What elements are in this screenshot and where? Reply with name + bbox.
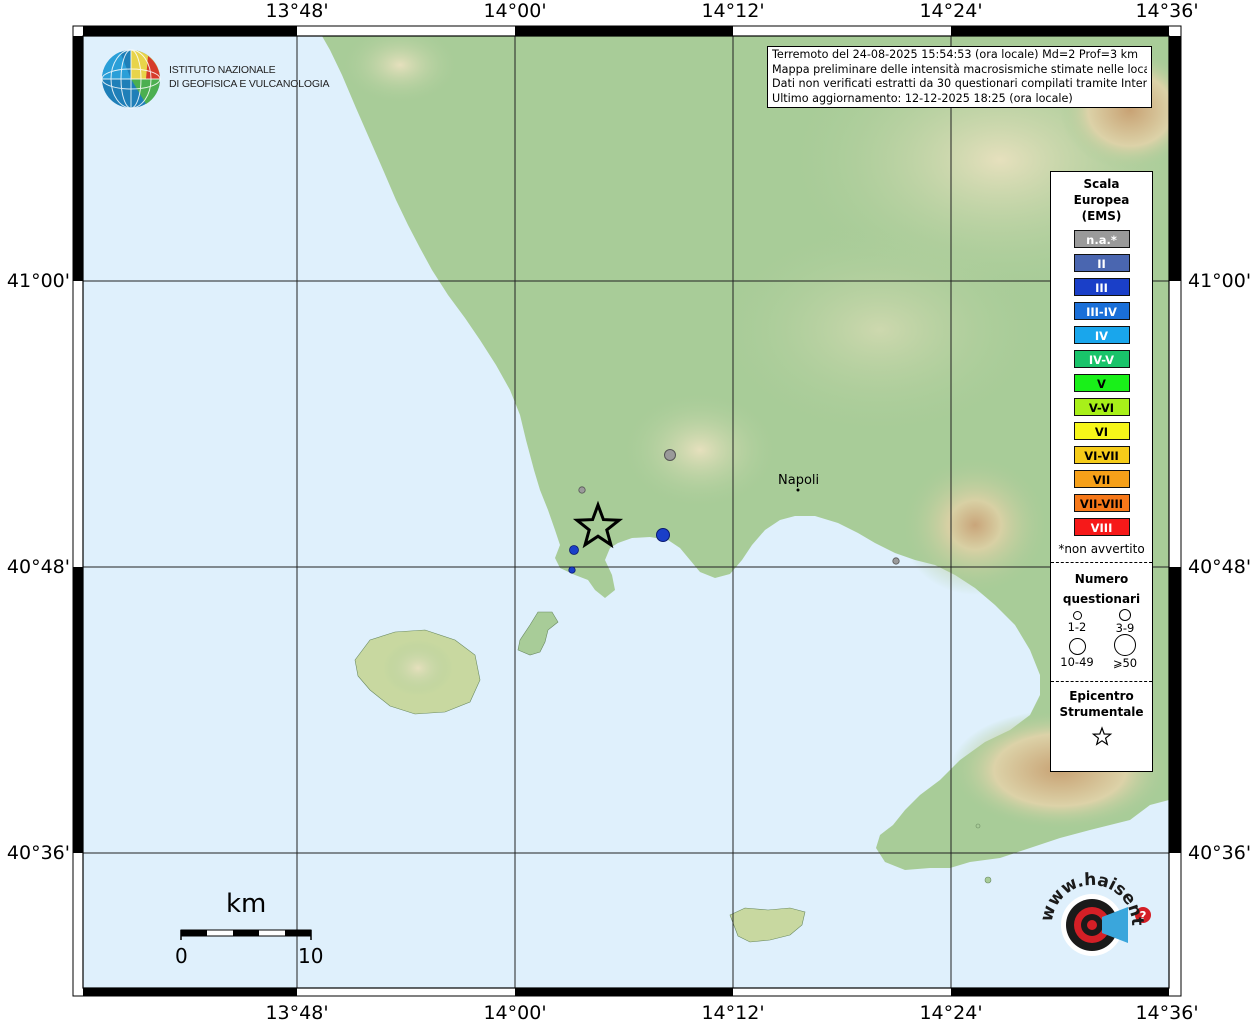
count-size-grid: 1-2 3-9 10-49 ⩾50 [1051,609,1152,675]
data-source-note: Dati non verificati estratti da 30 quest… [772,77,1147,91]
count-size-label: 3-9 [1115,621,1135,635]
lon-tick-bottom-1: 13°48' [265,1002,329,1024]
legend-title-line: Scala [1083,177,1120,191]
ingv-name-line2: DI GEOFISICA E VULCANOLOGIA [169,78,330,90]
star-icon [1091,726,1112,746]
observation-blue-small[interactable] [568,566,576,574]
lon-tick-bottom-5: 14°36' [1135,1002,1199,1024]
lat-tick-right-2: 40°48' [1188,556,1252,578]
count-size-10-49: 10-49 [1052,638,1102,669]
lon-tick-bottom-3: 14°12' [701,1002,765,1024]
count-circle-icon [1114,634,1136,656]
count-size-label: ⩾50 [1112,656,1138,670]
ems-scale-item: V [1073,374,1130,392]
lon-tick-top-2: 14°00' [483,0,547,22]
event-description: Terremoto del 24-08-2025 15:54:53 (ora l… [772,48,1139,61]
ingv-globe-logo [101,49,161,109]
lat-tick-left-3: 40°36' [6,842,70,864]
ems-scale-item: VI [1073,422,1130,440]
last-update: Ultimo aggiornamento: 12-12-2025 18:25 (… [772,91,1073,105]
lat-tick-right-3: 40°36' [1188,842,1252,864]
scale-bar-end: 10 [298,944,324,968]
lon-tick-top-3: 14°12' [701,0,765,22]
observation-blue-medium[interactable] [569,545,579,555]
observation-gray-small-east[interactable] [892,557,900,565]
ems-scale-item: III [1073,278,1130,296]
legend-title-line: (EMS) [1081,209,1122,223]
scale-bar-unit: km [226,889,267,919]
legend-count-title-line: Numero [1074,572,1129,586]
lon-tick-bottom-4: 14°24' [919,1002,983,1024]
lon-tick-top-4: 14°24' [919,0,983,22]
legend-scale-title: Scala Europea (EMS) [1051,176,1152,224]
ems-scale-item: V-VI [1073,398,1130,416]
ems-scale-item: IV-V [1073,350,1130,368]
legend-count-title: Numero questionari [1051,569,1152,609]
ingv-name-line1: ISTITUTO NAZIONALE [169,64,276,76]
legend-epicenter-title: Epicentro Strumentale [1051,688,1152,720]
lon-tick-top-5: 14°36' [1135,0,1199,22]
ems-scale-item: VIII [1073,518,1130,536]
legend-divider [1051,681,1152,682]
ems-scale-item: IV [1073,326,1130,344]
count-size-50-plus: ⩾50 [1100,634,1150,670]
islet [975,823,981,829]
legend-panel: Scala Europea (EMS) n.a.* II III III-IV IV IV… [1050,171,1153,772]
lat-tick-right-1: 41°00' [1188,270,1252,292]
lat-tick-left-2: 40°48' [6,556,70,578]
count-size-3-9: 3-9 [1100,609,1150,635]
islet [984,876,992,884]
napoli-marker [796,488,800,492]
haisentito-logo[interactable]: ? www.haisentitoilterremoto.it [1030,865,1160,980]
count-circle-icon [1119,609,1131,621]
ems-scale-item: n.a.* [1073,230,1130,248]
legend-title-line: Europea [1073,193,1130,207]
legend-epicenter-title-line: Epicentro [1069,689,1134,703]
observation-blue-large[interactable] [656,528,670,542]
lon-tick-bottom-2: 14°00' [483,1002,547,1024]
count-size-label: 1-2 [1067,620,1087,634]
terrain-vesuvio [900,455,1050,595]
legend-divider [1051,562,1152,563]
count-size-label: 10-49 [1060,655,1094,669]
terrain-campi [620,390,780,510]
ems-scale-item: VI-VII [1073,446,1130,464]
ischia-terrain [383,640,453,696]
observation-gray-large[interactable] [664,449,676,461]
legend-count-title-line: questionari [1062,592,1141,606]
count-size-1-2: 1-2 [1052,611,1102,634]
place-label-napoli: Napoli [778,473,820,488]
count-circle-icon [1068,638,1086,655]
event-info-box: Terremoto del 24-08-2025 15:54:53 (ora l… [767,46,1152,109]
count-circle-icon [1072,611,1082,620]
legend-note: *non avvertito [1058,542,1145,556]
observation-gray-small-west[interactable] [578,486,586,494]
ems-scale-list: n.a.* II III III-IV IV IV-V V V-VI VI VI-VII VII VI… [1051,230,1152,536]
ems-scale-item: II [1073,254,1130,272]
terrain-nw [340,36,460,105]
ems-scale-item: VII [1073,470,1130,488]
lat-tick-left-1: 41°00' [6,270,70,292]
ems-scale-item: VII-VIII [1073,494,1130,512]
ems-scale-item: III-IV [1073,302,1130,320]
lon-tick-top-1: 13°48' [265,0,329,22]
map-description: Mappa preliminare delle intensità macros… [772,62,1147,76]
legend-epicenter-title-line: Strumentale [1059,705,1144,719]
terrain-plain [710,220,1050,440]
scale-bar-start: 0 [175,944,188,968]
